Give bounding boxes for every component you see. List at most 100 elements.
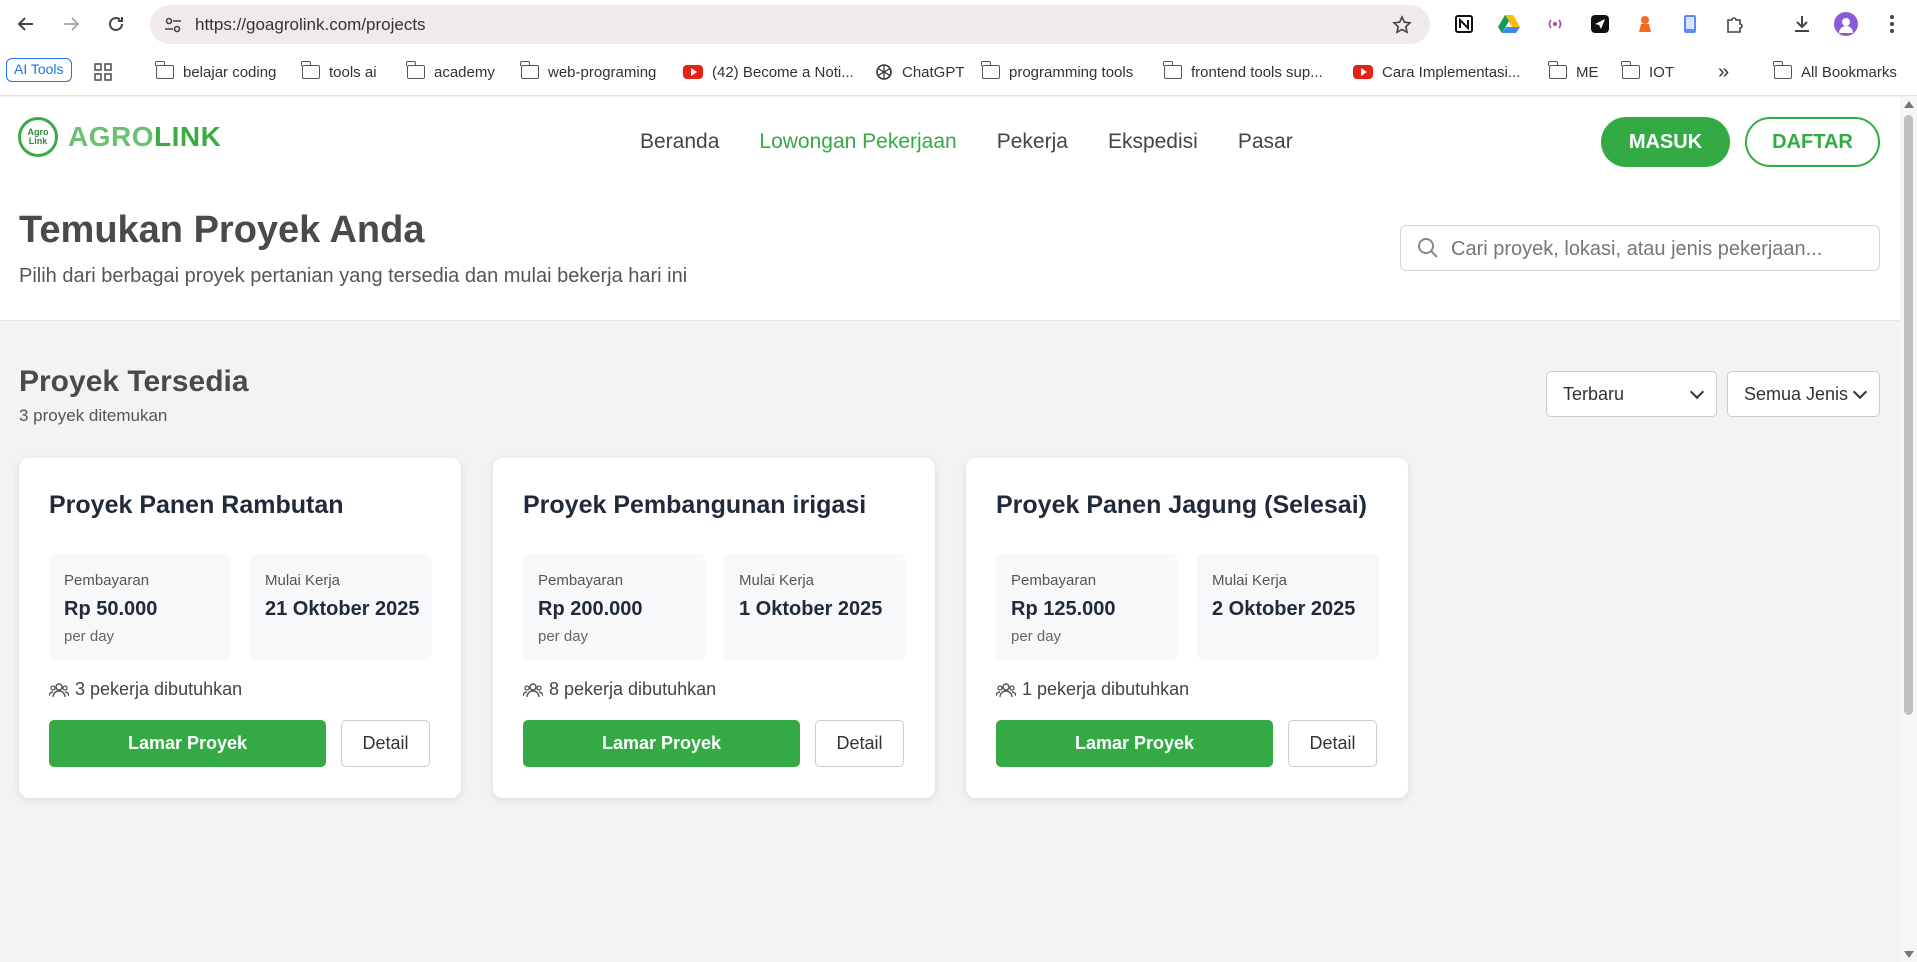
payment-label: Pembayaran: [538, 572, 624, 589]
apply-project-button[interactable]: Lamar Proyek: [49, 720, 326, 767]
scroll-up-arrow-icon[interactable]: [1904, 101, 1914, 108]
download-icon[interactable]: [1790, 12, 1814, 36]
main-nav: Beranda Lowongan Pekerjaan Pekerja Ekspe…: [640, 130, 1333, 154]
start-date-box: Mulai Kerja 21 Oktober 2025: [250, 554, 432, 660]
payment-value: Rp 200.000: [538, 598, 643, 620]
bookmark-folder[interactable]: belajar coding: [155, 60, 276, 84]
more-bookmarks-chevron-icon[interactable]: »: [1718, 60, 1729, 84]
folder-icon: [1548, 61, 1567, 79]
forward-icon[interactable]: [57, 10, 85, 38]
bookmark-star-icon[interactable]: [1390, 13, 1414, 37]
bookmark-label: Cara Implementasi...: [1382, 63, 1521, 81]
bookmark-link[interactable]: (42) Become a Noti...: [683, 60, 854, 84]
payment-box: Pembayaran Rp 125.000 per day: [996, 554, 1178, 660]
url-text[interactable]: https://goagrolink.com/projects: [195, 15, 426, 35]
bookmark-label: tools ai: [329, 63, 377, 81]
bookmark-folder-all[interactable]: All Bookmarks: [1773, 60, 1897, 84]
users-icon: [49, 682, 69, 697]
detail-button[interactable]: Detail: [815, 720, 904, 767]
bookmark-label: IOT: [1649, 63, 1674, 81]
payment-unit: per day: [538, 628, 589, 645]
payment-unit: per day: [1011, 628, 1062, 645]
apps-grid-icon[interactable]: [94, 60, 112, 84]
page-scrollbar[interactable]: [1900, 97, 1917, 962]
users-icon: [996, 682, 1016, 697]
register-button[interactable]: DAFTAR: [1745, 117, 1880, 167]
site-header: Agro Link AGROLINK Beranda Lowongan Peke…: [0, 97, 1900, 321]
type-filter-select[interactable]: Semua Jenis: [1727, 371, 1880, 417]
bookmark-ai-tools[interactable]: AI Tools: [6, 58, 72, 82]
login-button[interactable]: MASUK: [1601, 117, 1730, 167]
search-icon: [1418, 238, 1438, 258]
site-settings-icon[interactable]: [162, 14, 184, 36]
page-title: Temukan Proyek Anda: [19, 209, 425, 251]
send-extension-icon[interactable]: [1588, 12, 1612, 36]
chess-extension-icon[interactable]: [1633, 12, 1657, 36]
bookmark-folder[interactable]: frontend tools sup...: [1163, 60, 1323, 84]
payment-label: Pembayaran: [1011, 572, 1097, 589]
project-card: Proyek Pembangunan irigasi Pembayaran Rp…: [493, 458, 935, 798]
type-select-value: Semua Jenis: [1744, 383, 1849, 404]
bookmark-label: frontend tools sup...: [1191, 63, 1323, 81]
nav-item-ekspedisi[interactable]: Ekspedisi: [1108, 130, 1198, 154]
reload-icon[interactable]: [102, 10, 130, 38]
bookmark-link[interactable]: Cara Implementasi...: [1353, 60, 1520, 84]
notion-extension-icon[interactable]: [1452, 12, 1476, 36]
project-title: Proyek Pembangunan irigasi: [523, 491, 867, 519]
bookmark-folder[interactable]: tools ai: [301, 60, 377, 84]
nav-item-pekerja[interactable]: Pekerja: [997, 130, 1068, 154]
apply-project-button[interactable]: Lamar Proyek: [996, 720, 1273, 767]
users-icon: [523, 682, 543, 697]
brand-name-part2: LINK: [154, 121, 222, 152]
project-title: Proyek Panen Rambutan: [49, 491, 344, 519]
nav-item-beranda[interactable]: Beranda: [640, 130, 719, 154]
youtube-icon: [683, 65, 703, 79]
bookmarks-bar: AI Tools belajar coding tools ai academy…: [0, 48, 1917, 96]
detail-button[interactable]: Detail: [341, 720, 430, 767]
bookmark-folder[interactable]: web-programing: [520, 60, 657, 84]
brand-logo[interactable]: Agro Link AGROLINK: [18, 117, 221, 157]
start-value: 21 Oktober 2025: [265, 598, 420, 620]
back-icon[interactable]: [12, 10, 40, 38]
detail-button[interactable]: Detail: [1288, 720, 1377, 767]
menu-kebab-icon[interactable]: [1880, 12, 1904, 36]
sort-select[interactable]: Terbaru: [1546, 371, 1717, 417]
start-label: Mulai Kerja: [265, 572, 341, 589]
bookmark-folder[interactable]: IOT: [1621, 60, 1674, 84]
apply-project-button[interactable]: Lamar Proyek: [523, 720, 800, 767]
profile-avatar[interactable]: [1834, 12, 1858, 36]
folder-icon: [301, 61, 320, 79]
search-input[interactable]: [1451, 234, 1861, 264]
nav-item-lowongan-pekerjaan[interactable]: Lowongan Pekerjaan: [759, 130, 956, 154]
scroll-down-arrow-icon[interactable]: [1904, 951, 1914, 958]
search-box[interactable]: [1400, 225, 1880, 271]
payment-value: Rp 125.000: [1011, 598, 1116, 620]
folder-icon: [520, 61, 539, 79]
workers-needed: 1 pekerja dibutuhkan: [996, 679, 1189, 700]
folder-icon: [406, 61, 425, 79]
bookmark-link[interactable]: ChatGPT: [875, 60, 965, 84]
project-title: Proyek Panen Jagung (Selesai): [996, 491, 1367, 519]
payment-box: Pembayaran Rp 50.000 per day: [49, 554, 231, 660]
project-card: Proyek Panen Jagung (Selesai) Pembayaran…: [966, 458, 1408, 798]
bookmark-label: academy: [434, 63, 495, 81]
bookmark-label: web-programing: [548, 63, 657, 81]
project-card: Proyek Panen Rambutan Pembayaran Rp 50.0…: [19, 458, 461, 798]
start-value: 2 Oktober 2025: [1212, 598, 1356, 620]
bookmark-label: (42) Become a Noti...: [712, 63, 854, 81]
nav-item-pasar[interactable]: Pasar: [1238, 130, 1293, 154]
workers-text: 1 pekerja dibutuhkan: [1022, 679, 1190, 699]
podcast-extension-icon[interactable]: [1543, 12, 1567, 36]
results-count: 3 proyek ditemukan: [19, 406, 168, 425]
start-date-box: Mulai Kerja 1 Oktober 2025: [724, 554, 906, 660]
logo-mark: Agro Link: [18, 117, 58, 157]
bookmark-folder[interactable]: programming tools: [981, 60, 1133, 84]
address-bar[interactable]: https://goagrolink.com/projects: [150, 5, 1430, 44]
scrollbar-thumb[interactable]: [1904, 115, 1913, 715]
bookmark-folder[interactable]: ME: [1548, 60, 1599, 84]
google-drive-extension-icon[interactable]: [1497, 12, 1521, 36]
phone-extension-icon[interactable]: [1678, 12, 1702, 36]
bookmark-folder[interactable]: academy: [406, 60, 495, 84]
extensions-puzzle-icon[interactable]: [1723, 12, 1747, 36]
page-content: Agro Link AGROLINK Beranda Lowongan Peke…: [0, 97, 1900, 962]
